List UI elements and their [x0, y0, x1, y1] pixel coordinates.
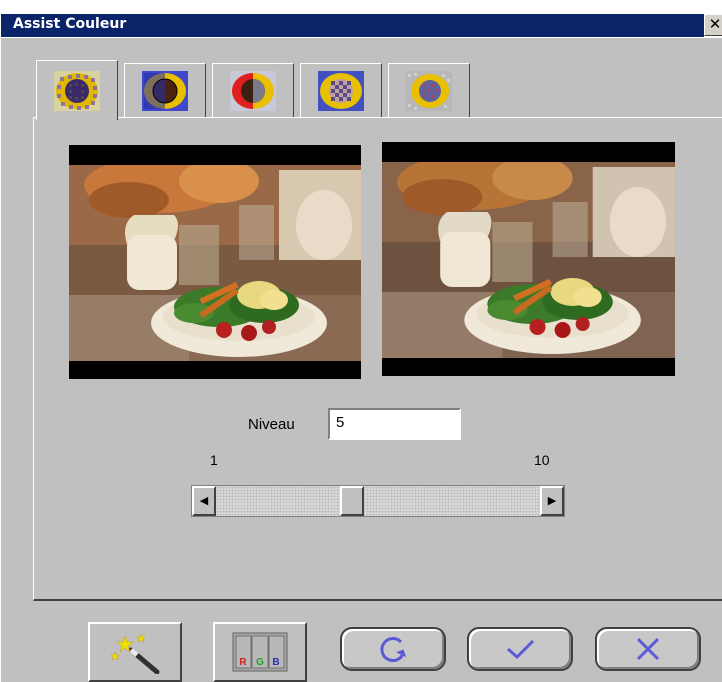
- level-input[interactable]: 5: [328, 408, 461, 440]
- rgb-channels-icon: R G B: [232, 632, 288, 672]
- cancel-button[interactable]: [595, 627, 701, 671]
- tab-sunflower-checker[interactable]: [300, 63, 382, 117]
- sunflower-checker-icon: [318, 70, 364, 111]
- preview-original-image: [69, 145, 361, 379]
- title-bar: Assist Couleur ✕: [1, 0, 722, 38]
- tab-sunflower-gray[interactable]: [388, 63, 470, 117]
- level-min-label: 1: [210, 452, 218, 468]
- magic-wand-icon: [110, 633, 160, 674]
- slider-left-arrow-button[interactable]: ◀: [192, 486, 216, 516]
- level-label: Niveau: [248, 416, 295, 433]
- level-max-label: 10: [534, 452, 550, 468]
- tab-sunflower-split-blue[interactable]: [124, 63, 206, 117]
- checkmark-icon: [507, 639, 535, 660]
- sunflower-split-red-icon: [230, 70, 276, 111]
- window-title: Assist Couleur: [13, 16, 127, 32]
- sunflower-split-blue-icon: [142, 70, 188, 111]
- sunflower-pattern-icon: [54, 70, 100, 111]
- auto-correct-button[interactable]: [88, 622, 182, 682]
- rgb-letter-r: R: [239, 657, 247, 668]
- tab-sunflower-split-red[interactable]: [212, 63, 294, 117]
- tab-sunflower-pattern[interactable]: [36, 60, 118, 120]
- slider-thumb[interactable]: [340, 486, 364, 516]
- sunflower-gray-icon: [406, 70, 452, 111]
- assist-couleur-dialog: Assist Couleur ✕ Niveau 5 1 10 ◀ ▶ R G B: [0, 0, 722, 682]
- rgb-letter-g: G: [256, 657, 264, 668]
- rgb-channels-button[interactable]: R G B: [213, 622, 307, 682]
- rgb-letter-b: B: [272, 657, 279, 668]
- ok-button[interactable]: [467, 627, 573, 671]
- preview-adjusted-image: [382, 142, 675, 376]
- x-cancel-icon: [636, 637, 660, 661]
- reset-arrow-icon: [380, 637, 407, 662]
- close-button[interactable]: ✕: [704, 14, 722, 36]
- level-slider[interactable]: ◀ ▶: [191, 485, 565, 517]
- slider-right-arrow-button[interactable]: ▶: [540, 486, 564, 516]
- reset-button[interactable]: [340, 627, 446, 671]
